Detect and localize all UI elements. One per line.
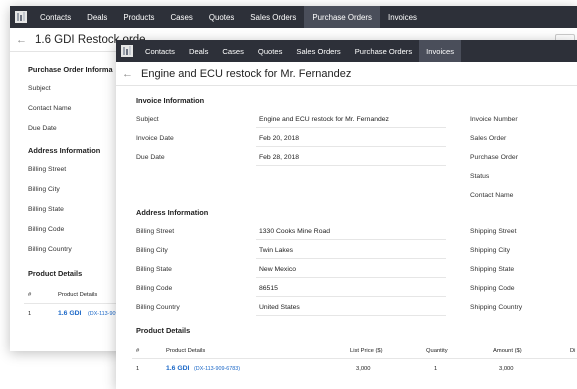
invoice-window: Contacts Deals Cases Quotes Sales Orders… [116,40,577,389]
billing-country-label: Billing Country [136,304,180,311]
col-product-details: Product Details [166,348,206,354]
billing-state-label: Billing State [136,266,172,273]
invoice-info-heading: Invoice Information [136,96,205,105]
invoice-number-label: Invoice Number [470,116,518,123]
po-subject-label: Subject [28,85,51,92]
shipping-city-label: Shipping City [470,247,511,254]
shipping-state-label: Shipping State [470,266,515,273]
product-row-quantity: 1 [434,366,438,372]
po-due-date-label: Due Date [28,125,57,132]
product-row-name-link[interactable]: 1.6 GDI [166,365,189,372]
po-products-heading: Product Details [28,269,83,278]
product-row-code: (DX-113-909-6783) [194,366,241,372]
app-logo-icon[interactable] [116,40,138,62]
billing-city-value: Twin Lakes [259,247,294,254]
front-tab-cases[interactable]: Cases [215,40,251,62]
product-row-num: 1 [136,366,140,372]
front-tab-quotes[interactable]: Quotes [251,40,289,62]
back-tab-quotes[interactable]: Quotes [201,6,242,28]
invoice-subject-label: Subject [136,116,159,123]
front-tab-purchase-orders[interactable]: Purchase Orders [348,40,419,62]
col-amount: Amount ($) [493,348,522,354]
po-billing-country-label: Billing Country [28,246,72,253]
contact-name-label: Contact Name [470,192,514,199]
back-tab-deals[interactable]: Deals [79,6,115,28]
back-tab-purchase-orders[interactable]: Purchase Orders [304,6,380,28]
app-logo-icon[interactable] [10,6,32,28]
po-address-heading: Address Information [28,146,101,155]
back-arrow-icon[interactable]: ← [122,68,133,80]
billing-country-value: United States [259,304,300,311]
invoice-page-title: Engine and ECU restock for Mr. Fernandez [141,67,352,80]
invoice-subject-value: Engine and ECU restock for Mr. Fernandez [259,116,389,123]
product-row-amount: 3,000 [499,366,514,372]
po-row-product-code: (DX-113-909 [88,311,119,317]
front-tab-sales-orders[interactable]: Sales Orders [289,40,347,62]
shipping-country-label: Shipping Country [470,304,523,311]
col-list-price: List Price ($) [350,348,383,354]
divider [256,315,446,316]
status-label: Status [470,173,490,180]
po-contact-label: Contact Name [28,105,72,112]
divider [256,258,446,259]
product-details-heading: Product Details [136,326,191,335]
po-info-heading: Purchase Order Informa [28,65,113,74]
divider [256,165,446,166]
front-titlebar: ← Engine and ECU restock for Mr. Fernand… [116,62,577,86]
front-tab-invoices[interactable]: Invoices [419,40,461,62]
back-tab-cases[interactable]: Cases [162,6,200,28]
billing-city-label: Billing City [136,247,168,254]
billing-street-label: Billing Street [136,228,175,235]
back-tab-sales-orders[interactable]: Sales Orders [242,6,304,28]
shipping-street-label: Shipping Street [470,228,517,235]
divider [256,146,446,147]
divider [256,239,446,240]
invoice-date-value: Feb 20, 2018 [259,135,300,142]
back-tab-contacts[interactable]: Contacts [32,6,79,28]
billing-code-value: 86515 [259,285,278,292]
po-row-product-link[interactable]: 1.6 GDI [58,310,81,317]
shipping-code-label: Shipping Code [470,285,515,292]
back-tab-invoices[interactable]: Invoices [380,6,425,28]
po-billing-code-label: Billing Code [28,226,65,233]
back-tab-products[interactable]: Products [115,6,162,28]
col-discount-partial: Di [570,348,576,354]
divider [256,127,446,128]
po-billing-city-label: Billing City [28,186,60,193]
back-arrow-icon[interactable]: ← [16,34,27,46]
products-header-divider [132,358,577,359]
po-col-product: Product Details [58,292,98,298]
billing-code-label: Billing Code [136,285,173,292]
purchase-order-label: Purchase Order [470,154,518,161]
front-tab-deals[interactable]: Deals [182,40,215,62]
po-row-num: 1 [28,311,32,317]
po-col-num: # [28,292,32,298]
product-row-list-price: 3,000 [356,366,371,372]
po-billing-state-label: Billing State [28,206,64,213]
po-products-divider [24,303,124,304]
address-info-heading: Address Information [136,208,209,217]
invoice-date-label: Invoice Date [136,135,174,142]
sales-order-label: Sales Order [470,135,507,142]
invoice-due-date-label: Due Date [136,154,165,161]
invoice-due-date-value: Feb 28, 2018 [259,154,300,161]
back-navbar: Contacts Deals Products Cases Quotes Sal… [10,6,577,28]
front-tab-contacts[interactable]: Contacts [138,40,182,62]
po-billing-street-label: Billing Street [28,166,67,173]
billing-state-value: New Mexico [259,266,297,273]
billing-street-value: 1330 Cooks Mine Road [259,228,331,235]
divider [256,296,446,297]
front-navbar: Contacts Deals Cases Quotes Sales Orders… [116,40,577,62]
col-num: # [136,348,140,354]
col-quantity: Quantity [426,348,448,354]
divider [256,277,446,278]
